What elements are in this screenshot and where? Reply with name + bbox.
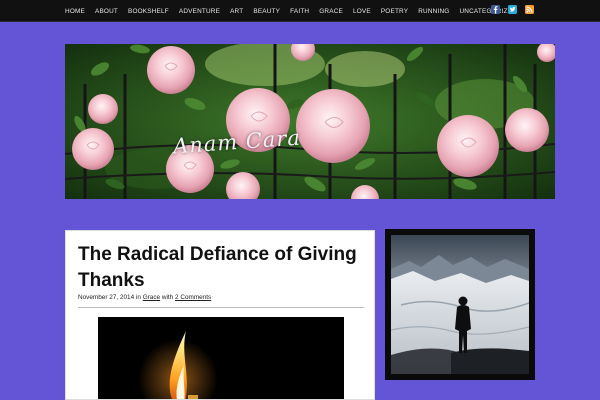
nav-item-art[interactable]: ART [225,0,248,22]
facebook-icon[interactable] [491,5,500,14]
nav-item-faith[interactable]: FAITH [285,0,314,22]
nav-item-running[interactable]: RUNNING [413,0,454,22]
roses-image [65,44,555,199]
nav-item-bookshelf[interactable]: BOOKSHELF [123,0,174,22]
nav-item-adventure[interactable]: ADVENTURE [174,0,225,22]
nav-menu: HOME ABOUT BOOKSHELF ADVENTURE ART BEAUT… [60,0,522,22]
post-meta-in: in [135,294,141,301]
header-banner[interactable]: Anam Cara [65,44,555,199]
nav-item-poetry[interactable]: POETRY [376,0,413,22]
candle-flame-icon [98,317,344,399]
nav-item-grace[interactable]: GRACE [314,0,348,22]
post-comments-link[interactable]: 2 Comments [175,294,211,301]
post-title[interactable]: The Radical Defiance of Giving Thanks [78,242,368,294]
sidebar-image[interactable] [385,229,535,380]
nav-item-beauty[interactable]: BEAUTY [248,0,285,22]
post-category-link[interactable]: Grace [143,294,160,301]
blog-post: The Radical Defiance of Giving Thanks No… [65,230,375,400]
nav-item-about[interactable]: ABOUT [90,0,123,22]
divider [78,307,364,308]
nav-item-home[interactable]: HOME [60,0,90,22]
nav-item-love[interactable]: LOVE [348,0,376,22]
candle-image [98,317,344,399]
top-navigation: HOME ABOUT BOOKSHELF ADVENTURE ART BEAUT… [0,0,600,22]
twitter-icon[interactable] [508,5,517,14]
post-meta-with: with [161,294,174,301]
post-meta: November 27, 2014 in Grace with 2 Commen… [78,294,211,301]
social-links [491,5,534,14]
rss-icon[interactable] [525,5,534,14]
mountain-silhouette-image [391,235,529,374]
post-date: November 27, 2014 [78,294,135,301]
